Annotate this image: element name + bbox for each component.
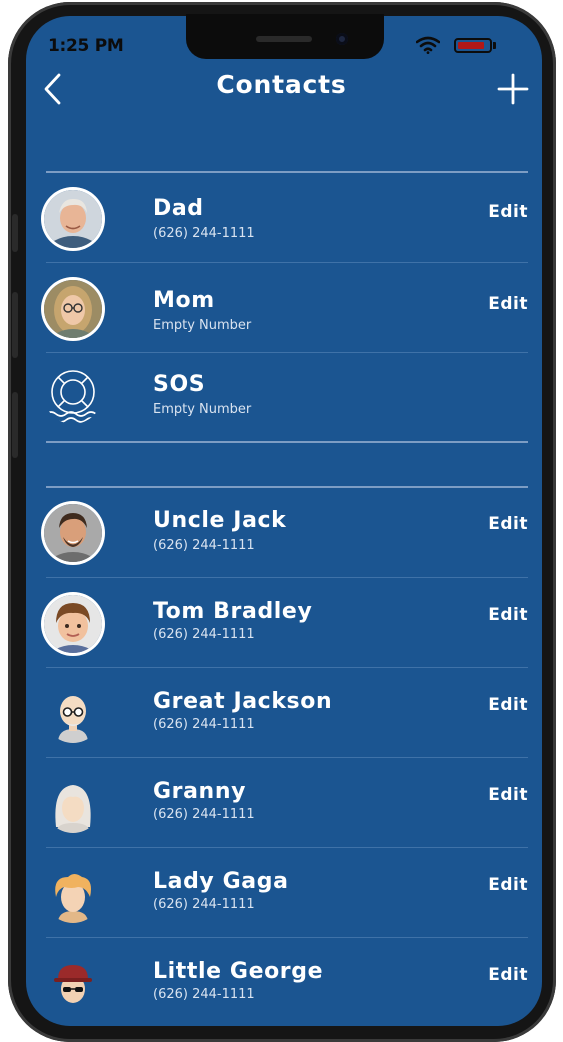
contact-row-great-jackson[interactable]: Great Jackson (626) 244-1111 Edit xyxy=(40,669,534,759)
row-separator xyxy=(46,667,528,668)
row-separator xyxy=(46,937,528,938)
contact-name: Mom xyxy=(153,288,215,313)
contact-number: (626) 244-1111 xyxy=(153,807,255,822)
row-separator xyxy=(46,847,528,848)
front-camera xyxy=(336,33,348,45)
battery-cap xyxy=(493,42,496,49)
contact-name: Lady Gaga xyxy=(153,869,289,894)
contact-number: (626) 244-1111 xyxy=(153,717,255,732)
contact-number: Empty Number xyxy=(153,318,252,333)
mute-switch xyxy=(12,214,18,252)
section-divider-bottom xyxy=(46,441,528,443)
edit-button[interactable]: Edit xyxy=(488,695,528,715)
contact-number: (626) 244-1111 xyxy=(153,987,255,1002)
volume-down-button xyxy=(12,392,18,458)
contact-number: Empty Number xyxy=(153,402,252,417)
edit-button[interactable]: Edit xyxy=(488,605,528,625)
contact-row-mom[interactable]: Mom Empty Number Edit xyxy=(40,264,534,354)
contact-number: (626) 244-1111 xyxy=(153,627,255,642)
uncle-jack-avatar xyxy=(44,504,102,562)
status-time: 1:25 PM xyxy=(48,36,124,56)
contact-row-dad[interactable]: Dad (626) 244-1111 Edit xyxy=(40,174,534,264)
section-divider-top xyxy=(46,171,528,173)
contact-name: Dad xyxy=(153,196,204,221)
wifi-icon xyxy=(416,36,440,54)
contact-name: Little George xyxy=(153,959,324,984)
contact-number: (626) 244-1111 xyxy=(153,226,255,241)
row-separator xyxy=(46,577,528,578)
edit-button[interactable]: Edit xyxy=(488,785,528,805)
notch xyxy=(186,14,384,59)
contact-row-uncle-jack[interactable]: Uncle Jack (626) 244-1111 Edit xyxy=(40,488,534,578)
edit-button[interactable]: Edit xyxy=(488,965,528,985)
row-separator xyxy=(46,757,528,758)
add-contact-button[interactable] xyxy=(494,70,532,108)
lady-gaga-avatar xyxy=(55,874,91,923)
battery-level xyxy=(458,42,484,49)
contact-number: (626) 244-1111 xyxy=(153,897,255,912)
contact-row-little-george[interactable]: Little George (626) 244-1111 Edit xyxy=(40,939,534,1029)
contact-name: Granny xyxy=(153,779,247,804)
contact-name: Great Jackson xyxy=(153,689,333,714)
contact-name: Uncle Jack xyxy=(153,508,287,533)
contact-row-lady-gaga[interactable]: Lady Gaga (626) 244-1111 Edit xyxy=(40,849,534,939)
granny-avatar xyxy=(55,785,91,833)
contact-number: (626) 244-1111 xyxy=(153,538,255,553)
edit-button[interactable]: Edit xyxy=(488,875,528,895)
earpiece-speaker xyxy=(256,36,312,42)
dad-avatar xyxy=(44,190,102,248)
edit-button[interactable]: Edit xyxy=(488,294,528,314)
mom-avatar xyxy=(44,280,102,338)
tom-bradley-avatar xyxy=(44,595,102,653)
great-jackson-avatar xyxy=(58,696,88,743)
lifebuoy-icon xyxy=(45,370,102,423)
contact-row-sos[interactable]: SOS Empty Number xyxy=(40,352,534,442)
battery-icon xyxy=(454,38,492,53)
plus-icon xyxy=(497,73,529,105)
contact-row-granny[interactable]: Granny (626) 244-1111 Edit xyxy=(40,759,534,849)
page-title: Contacts xyxy=(216,70,347,99)
edit-button[interactable]: Edit xyxy=(488,514,528,534)
little-george-avatar xyxy=(54,965,92,1003)
edit-button[interactable]: Edit xyxy=(488,202,528,222)
contact-name: Tom Bradley xyxy=(153,599,313,624)
volume-up-button xyxy=(12,292,18,358)
contact-row-tom-bradley[interactable]: Tom Bradley (626) 244-1111 Edit xyxy=(40,579,534,669)
row-separator xyxy=(46,262,528,263)
contact-name: SOS xyxy=(153,372,206,397)
